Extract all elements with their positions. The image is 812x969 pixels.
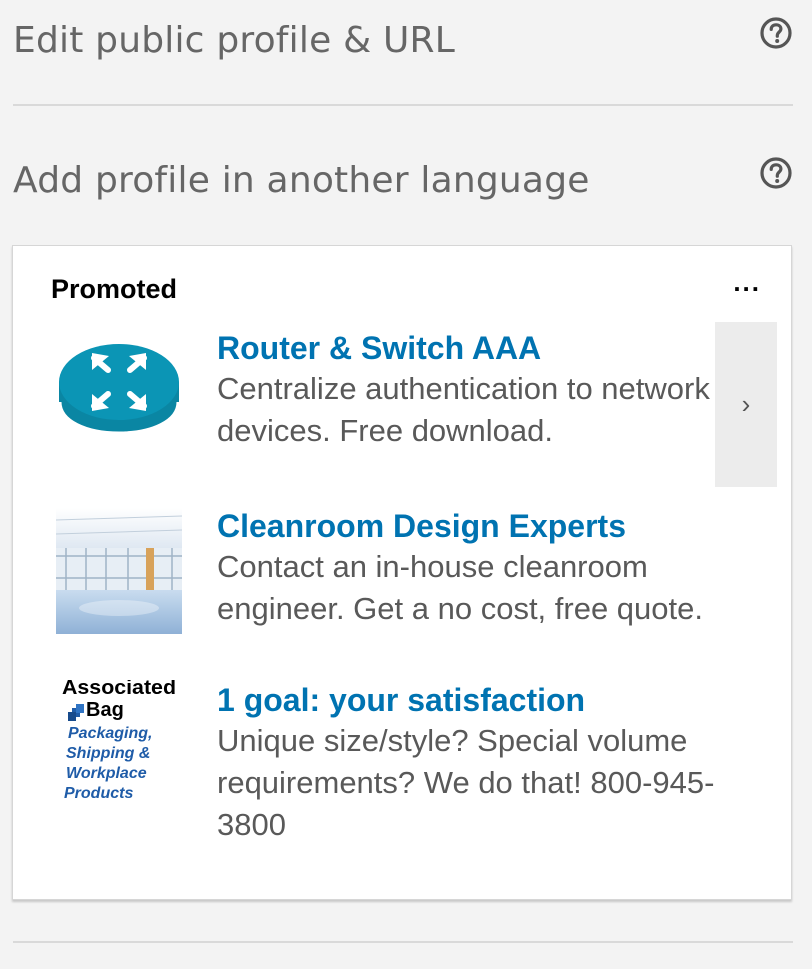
ad-title-link[interactable]: Cleanroom Design Experts: [217, 506, 717, 546]
help-icon[interactable]: [759, 16, 793, 50]
ad-text: Cleanroom Design Experts Contact an in-h…: [217, 506, 717, 664]
edit-public-profile-row[interactable]: Edit public profile & URL: [13, 10, 793, 70]
ad-text: Router & Switch AAA Centralize authentic…: [217, 328, 717, 452]
ad-text: 1 goal: your satisfaction Unique size/st…: [217, 680, 717, 846]
help-icon[interactable]: [759, 156, 793, 190]
chevron-right-icon: ›: [741, 389, 751, 419]
edit-public-profile-link[interactable]: Edit public profile & URL: [13, 20, 455, 61]
svg-text:Products: Products: [64, 785, 133, 802]
add-language-profile-link[interactable]: Add profile in another language: [13, 160, 590, 201]
ad-title-link[interactable]: 1 goal: your satisfaction: [217, 680, 717, 720]
carousel-next-button[interactable]: ›: [715, 322, 777, 487]
associated-bag-logo[interactable]: Associated Bag Packaging, Shipping & Wor…: [56, 680, 182, 806]
ad-description: Contact an in-house cleanroom engineer. …: [217, 549, 703, 626]
promoted-ads-card: Promoted ... › Router & Switch AAA Centr…: [12, 245, 792, 900]
ad-description: Unique size/style? Special volume requir…: [217, 723, 715, 842]
ad-description: Centralize authentication to network dev…: [217, 371, 710, 448]
svg-text:Associated: Associated: [62, 680, 176, 699]
svg-text:Bag: Bag: [86, 699, 124, 721]
svg-text:Workplace: Workplace: [66, 765, 147, 782]
svg-text:Packaging,: Packaging,: [68, 725, 152, 742]
ad-title-link[interactable]: Router & Switch AAA: [217, 328, 717, 368]
router-icon[interactable]: [56, 330, 182, 456]
promoted-label: Promoted: [51, 274, 178, 304]
add-language-profile-row[interactable]: Add profile in another language: [13, 150, 793, 210]
svg-text:Shipping &: Shipping &: [66, 745, 150, 762]
cleanroom-photo[interactable]: [56, 508, 182, 634]
profile-sidebar: Edit public profile & URL Add profile in…: [0, 0, 812, 969]
more-options-icon[interactable]: ...: [733, 269, 761, 295]
divider: [13, 104, 793, 106]
divider: [13, 941, 793, 943]
